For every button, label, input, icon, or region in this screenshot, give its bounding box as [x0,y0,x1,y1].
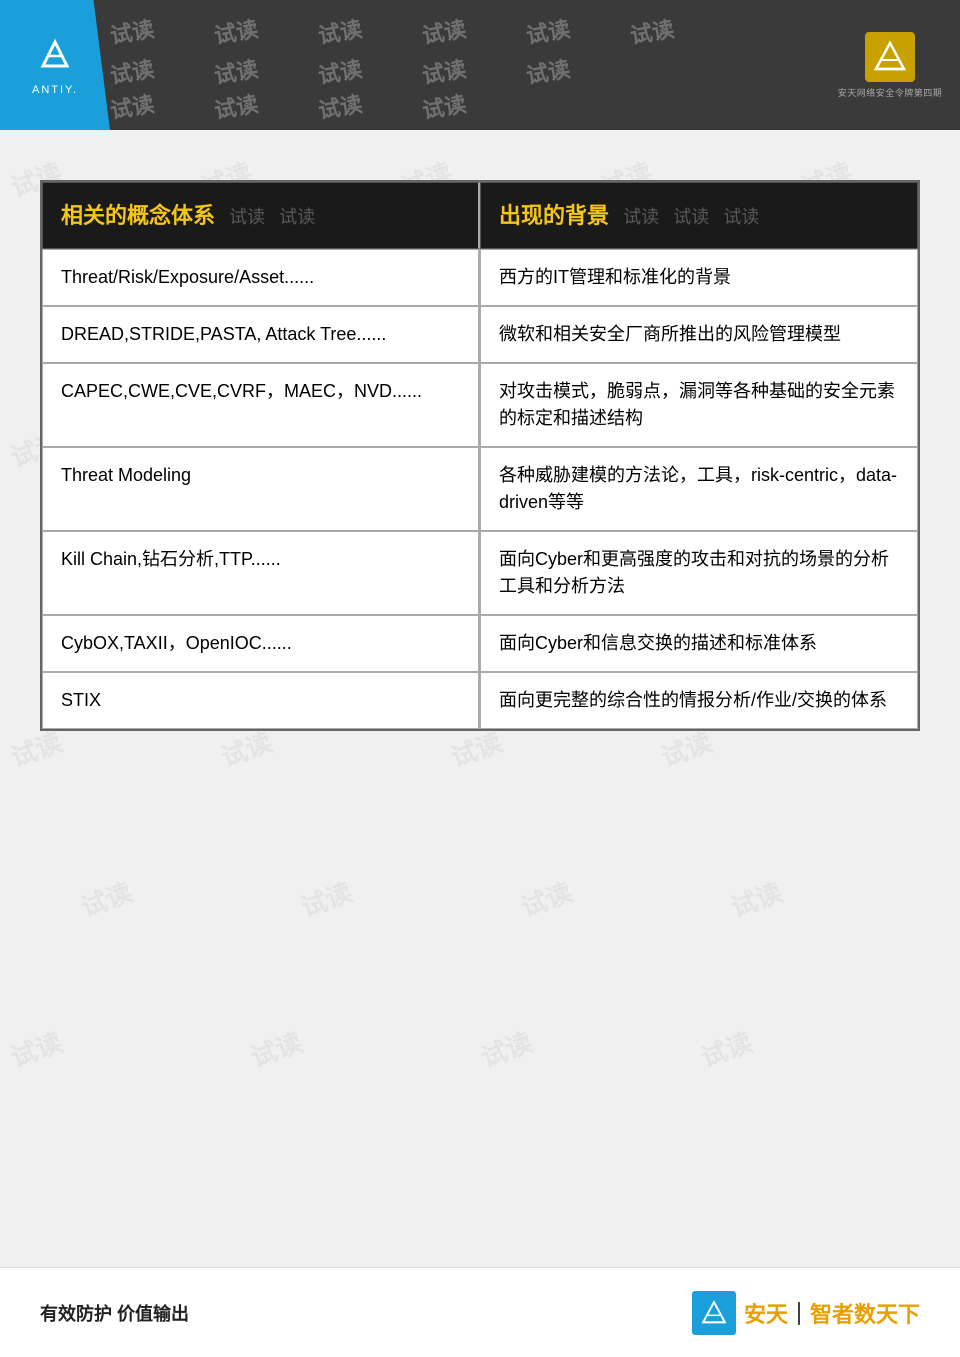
watermark: 试读 [316,11,365,50]
header-watermark-inline: 试读 [229,207,265,227]
col2-header: 出现的背景 试读 试读 试读 [480,182,918,249]
watermark: 试读 [110,11,156,50]
col1-header-text: 相关的概念体系 [61,203,215,228]
brand-sub: 智者数天下 [810,1302,920,1327]
col1-header: 相关的概念体系 试读 试读 [42,182,480,249]
table-grid: 相关的概念体系 试读 试读 出现的背景 试读 试读 试读 Threat/Risk… [42,182,918,729]
footer: 有效防护 价值输出 安天｜智者数天下 [0,1267,960,1357]
table-row: Threat Modeling [42,447,480,531]
logo-text: ANTIY. [32,84,78,96]
row-2-left: CAPEC,CWE,CVE,CVRF，MAEC，NVD...... [61,381,422,401]
watermark: 试读 [420,51,469,90]
table-row: 微软和相关安全厂商所推出的风险管理模型 [480,306,918,363]
footer-logo [692,1291,736,1335]
brand-name: 安天 [744,1302,788,1327]
table-row: CybOX,TAXII，OpenIOC...... [42,615,480,672]
main-content: 试读 试读 试读 试读 试读 试读 试读 试读 试读 试读 试读 试读 试读 试… [0,130,960,1267]
table-row: Kill Chain,钻石分析,TTP...... [42,531,480,615]
footer-brand-area: 安天｜智者数天下 [692,1291,920,1335]
row-4-left: Kill Chain,钻石分析,TTP...... [61,549,281,569]
header-watermark-inline: 试读 [279,207,315,227]
header: ANTIY. 试读 试读 试读 试读 试读 试读 试读 试读 试读 试读 试读 … [0,0,960,130]
header-right-logo: 安天网络安全令牌第四期 [830,15,950,115]
header-watermark-inline: 试读 [673,207,709,227]
table-row: Threat/Risk/Exposure/Asset...... [42,249,480,306]
table-row: 面向Cyber和更高强度的攻击和对抗的场景的分析工具和分析方法 [480,531,918,615]
watermark: 试读 [110,51,156,90]
logo-icon [35,34,75,80]
watermark: 试读 [524,51,573,90]
table-row: CAPEC,CWE,CVE,CVRF，MAEC，NVD...... [42,363,480,447]
row-2-right: 对攻击模式，脆弱点，漏洞等各种基础的安全元素的标定和描述结构 [499,381,895,428]
header-watermark-inline: 试读 [723,207,759,227]
watermark: 试读 [212,86,261,125]
watermark: 试读 [420,86,469,125]
table-row: 面向Cyber和信息交换的描述和标准体系 [480,615,918,672]
watermark: 试读 [524,11,573,50]
table-row: 西方的IT管理和标准化的背景 [480,249,918,306]
row-3-right: 各种威胁建模的方法论，工具，risk-centric，data-driven等等 [499,465,897,512]
footer-brand-text: 安天｜智者数天下 [744,1297,920,1329]
col2-header-text: 出现的背景 [499,203,609,228]
watermark: 试读 [212,11,261,50]
table-row: 各种威胁建模的方法论，工具，risk-centric，data-driven等等 [480,447,918,531]
row-0-right: 西方的IT管理和标准化的背景 [499,267,731,287]
watermark: 试读 [110,86,156,125]
header-watermark-area: 试读 试读 试读 试读 试读 试读 试读 试读 试读 试读 试读 试读 试读 试… [110,0,830,130]
row-6-right: 面向更完整的综合性的情报分析/作业/交换的体系 [499,690,887,710]
row-0-left: Threat/Risk/Exposure/Asset...... [61,267,314,287]
table-row: DREAD,STRIDE,PASTA, Attack Tree...... [42,306,480,363]
footer-slogan: 有效防护 价值输出 [40,1300,189,1326]
watermark: 试读 [212,51,261,90]
row-1-left: DREAD,STRIDE,PASTA, Attack Tree...... [61,324,386,344]
watermark: 试读 [628,11,677,50]
watermark: 试读 [420,11,469,50]
header-tagline: 安天网络安全令牌第四期 [838,86,943,99]
table-row: 面向更完整的综合性的情报分析/作业/交换的体系 [480,672,918,729]
row-6-left: STIX [61,690,101,710]
logo-box: ANTIY. [0,0,110,130]
table-row: 对攻击模式，脆弱点，漏洞等各种基础的安全元素的标定和描述结构 [480,363,918,447]
row-5-left: CybOX,TAXII，OpenIOC...... [61,633,292,653]
table-row: STIX [42,672,480,729]
row-1-right: 微软和相关安全厂商所推出的风险管理模型 [499,324,841,344]
watermark: 试读 [316,86,365,125]
row-5-right: 面向Cyber和信息交换的描述和标准体系 [499,633,817,653]
row-4-right: 面向Cyber和更高强度的攻击和对抗的场景的分析工具和分析方法 [499,549,889,596]
watermark: 试读 [316,51,365,90]
header-watermark-inline: 试读 [623,207,659,227]
antiy-badge [865,32,915,82]
row-3-left: Threat Modeling [61,465,191,485]
main-table: 相关的概念体系 试读 试读 出现的背景 试读 试读 试读 Threat/Risk… [40,180,920,731]
